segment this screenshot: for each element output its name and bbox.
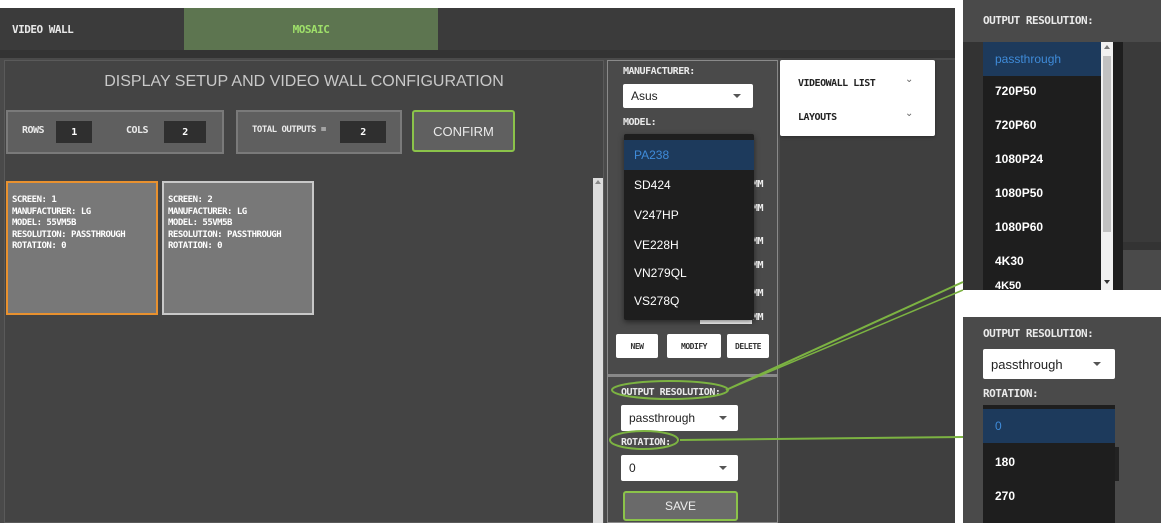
- callout-line-resolution: [725, 281, 964, 391]
- highlight-ellipse-rotation: [609, 430, 679, 450]
- callout-line-resolution-2: [725, 289, 964, 391]
- callout-line-rotation: [679, 436, 964, 441]
- highlight-ellipse-resolution: [611, 380, 729, 400]
- callout-lines: [609, 281, 964, 450]
